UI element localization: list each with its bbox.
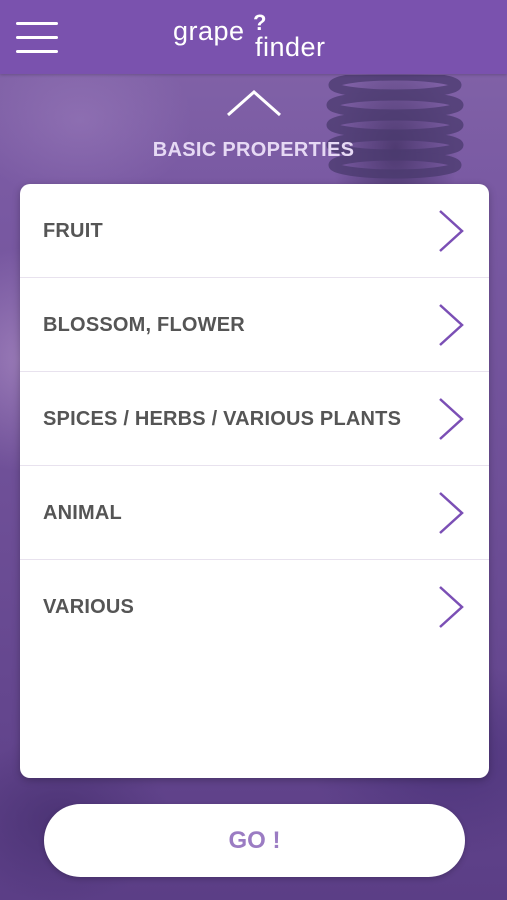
list-item-label: BLOSSOM, FLOWER [43,314,245,336]
list-item-fruit[interactable]: FRUIT [20,184,489,278]
top-app-bar: grape ? finder [0,0,507,74]
chevron-right-icon [439,398,464,440]
hamburger-menu-icon[interactable] [16,22,58,54]
chevron-right-icon [439,210,464,252]
section-title: BASIC PROPERTIES [152,139,355,161]
grapefinder-logo: grape ? finder [173,10,338,62]
list-item-blossom-flower[interactable]: BLOSSOM, FLOWER [20,278,489,372]
list-item-label: SPICES / HERBS / VARIOUS PLANTS [43,408,402,430]
logo-text-grape: grape [173,16,245,46]
chevron-right-icon [439,492,464,534]
list-item-label: FRUIT [43,220,103,242]
chevron-right-icon [439,304,464,346]
list-item-spices-herbs-plants[interactable]: SPICES / HERBS / VARIOUS PLANTS [20,372,489,466]
go-button[interactable]: GO ! [44,804,465,877]
chevron-up-icon[interactable] [226,88,282,118]
decorative-spring-image [326,75,464,179]
chevron-right-icon [439,586,464,628]
list-item-animal[interactable]: ANIMAL [20,466,489,560]
category-list-card: FRUIT BLOSSOM, FLOWER SPICES / HERBS / V… [20,184,489,778]
list-item-label: VARIOUS [43,596,135,618]
logo-text-finder: finder [255,32,326,62]
list-item-various[interactable]: VARIOUS [20,560,489,654]
list-item-label: ANIMAL [43,502,122,524]
